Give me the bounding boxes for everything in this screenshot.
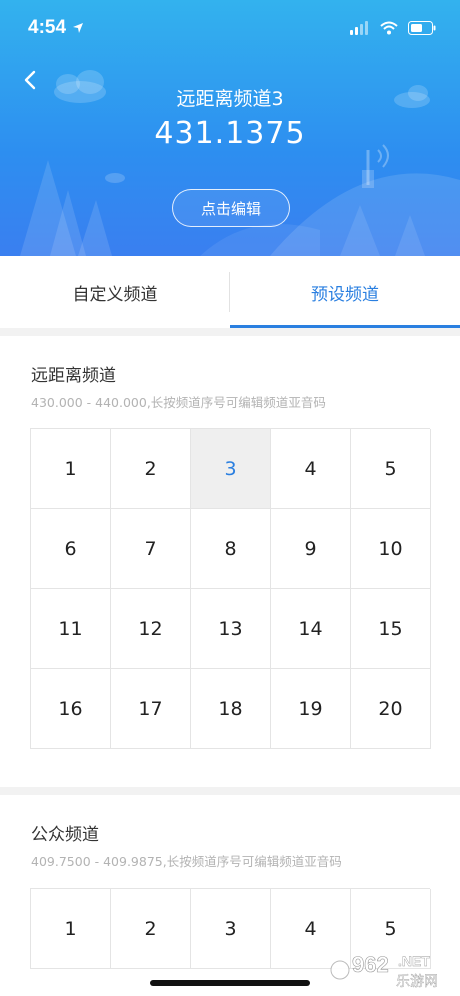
channel-cell[interactable]: 12 xyxy=(111,589,191,669)
channel-cell[interactable]: 2 xyxy=(111,429,191,509)
section-subtitle-long-range: 430.000 - 440.000,长按频道序号可编辑频道亚音码 xyxy=(31,395,326,410)
channel-cell[interactable]: 1 xyxy=(31,429,111,509)
battery-icon xyxy=(408,21,436,35)
home-indicator xyxy=(150,980,310,986)
section-subtitle-public: 409.7500 - 409.9875,长按频道序号可编辑频道亚音码 xyxy=(31,854,342,869)
channel-cell[interactable]: 10 xyxy=(351,509,431,589)
svg-text:962: 962 xyxy=(352,952,389,977)
status-time: 4:54 xyxy=(28,17,84,39)
channel-cell[interactable]: 20 xyxy=(351,669,431,749)
channel-cell[interactable]: 11 xyxy=(31,589,111,669)
wifi-icon xyxy=(380,21,398,35)
status-bar: 4:54 xyxy=(0,0,460,56)
current-channel-frequency: 431.1375 xyxy=(154,116,306,151)
channel-header: 4:54 远距离频道3 431.1375 点击编辑 xyxy=(0,0,460,256)
status-icons xyxy=(350,21,436,35)
channel-cell[interactable]: 3 xyxy=(191,429,271,509)
svg-text:乐游网: 乐游网 xyxy=(396,974,438,990)
channel-cell[interactable]: 1 xyxy=(31,889,111,969)
section-separator xyxy=(0,328,460,336)
channel-cell[interactable]: 2 xyxy=(111,889,191,969)
channel-cell[interactable]: 9 xyxy=(271,509,351,589)
tab-preset-channels[interactable]: 预设频道 xyxy=(230,256,460,328)
channel-cell[interactable]: 6 xyxy=(31,509,111,589)
section-title-long-range: 远距离频道 xyxy=(31,366,116,386)
channel-cell[interactable]: 17 xyxy=(111,669,191,749)
tab-custom-channels[interactable]: 自定义频道 xyxy=(0,256,230,328)
channel-cell[interactable]: 4 xyxy=(271,429,351,509)
section-title-public: 公众频道 xyxy=(31,825,99,845)
section-separator xyxy=(0,787,460,795)
channel-cell[interactable]: 7 xyxy=(111,509,191,589)
svg-text:.NET: .NET xyxy=(398,953,430,969)
channel-cell[interactable]: 15 xyxy=(351,589,431,669)
channel-cell[interactable]: 19 xyxy=(271,669,351,749)
channel-grid-long-range: 1 2 3 4 5 6 7 8 9 10 11 12 13 14 15 16 17 18 19 20 xyxy=(30,428,431,749)
current-channel-name: 远距离频道3 xyxy=(176,88,284,110)
location-arrow-icon xyxy=(73,23,84,33)
channel-cell[interactable]: 8 xyxy=(191,509,271,589)
channel-cell[interactable]: 3 xyxy=(191,889,271,969)
channel-cell[interactable]: 18 xyxy=(191,669,271,749)
channel-cell[interactable]: 16 xyxy=(31,669,111,749)
channel-cell[interactable]: 13 xyxy=(191,589,271,669)
signal-icon xyxy=(350,21,368,35)
tab-divider xyxy=(229,272,230,312)
channel-cell[interactable]: 14 xyxy=(271,589,351,669)
edit-channel-button[interactable]: 点击编辑 xyxy=(172,189,290,227)
channel-tabs: 自定义频道 预设频道 xyxy=(0,256,460,328)
site-watermark-logo: 962 .NET 乐游网 xyxy=(330,952,438,990)
channel-cell[interactable]: 5 xyxy=(351,429,431,509)
